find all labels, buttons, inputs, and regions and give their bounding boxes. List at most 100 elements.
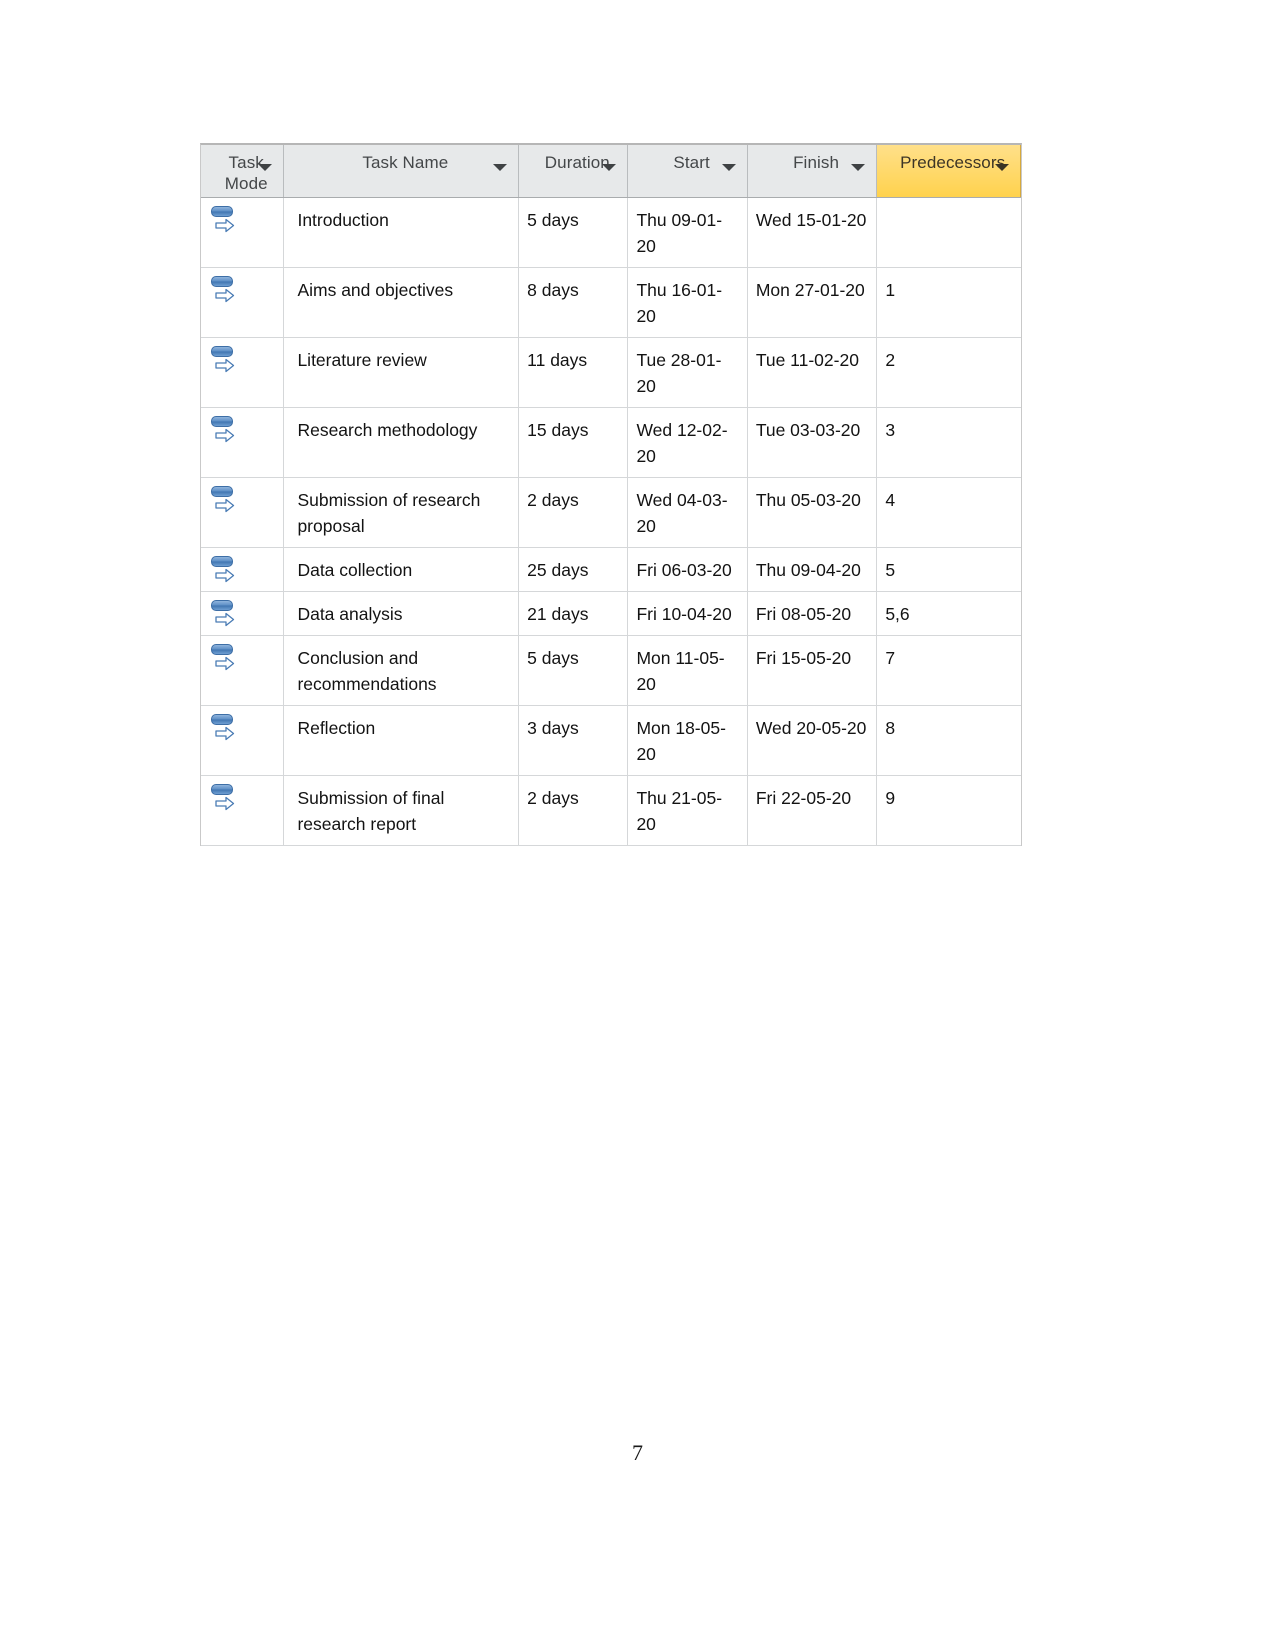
cell-predecessors[interactable]: 4 [876, 477, 1021, 548]
cell-duration-text: 3 days [527, 718, 579, 738]
cell-duration-text: 2 days [527, 788, 579, 808]
cell-task-name[interactable]: Reflection [283, 705, 520, 776]
cell-duration[interactable]: 8 days [518, 267, 629, 338]
cell-duration-text: 25 days [527, 560, 589, 580]
table-row[interactable]: Introduction 5 days Thu 09-01-20 Wed 15-01-… [201, 197, 1021, 268]
filter-dropdown-arrow-icon[interactable] [851, 164, 866, 171]
cell-task-name[interactable]: Submission of final research report [283, 775, 520, 846]
column-header-task-mode[interactable]: Task Mode [201, 145, 285, 198]
cell-task-name[interactable]: Introduction [283, 197, 520, 268]
cell-finish[interactable]: Wed 15-01-20 [747, 197, 878, 268]
cell-finish[interactable]: Tue 11-02-20 [747, 337, 878, 408]
page-number: 7 [632, 1440, 643, 1465]
cell-task-name-text: Data analysis [297, 604, 403, 624]
task-bar-shape [211, 714, 233, 725]
cell-start[interactable]: Mon 11-05-20 [627, 635, 748, 706]
cell-predecessors-text: 8 [885, 718, 896, 738]
cell-finish[interactable]: Fri 08-05-20 [747, 591, 878, 636]
cell-start[interactable]: Thu 21-05-20 [627, 775, 748, 846]
cell-task-name[interactable]: Data collection [283, 547, 520, 592]
cell-predecessors[interactable]: 8 [876, 705, 1021, 776]
table-row[interactable]: Submission of research proposal 2 days Wed… [201, 477, 1021, 548]
cell-duration[interactable]: 15 days [518, 407, 629, 478]
cell-duration[interactable]: 25 days [518, 547, 629, 592]
cell-finish[interactable]: Mon 27-01-20 [747, 267, 878, 338]
filter-dropdown-arrow-icon[interactable] [602, 164, 617, 171]
cell-start[interactable]: Wed 12-02-20 [627, 407, 748, 478]
cell-start[interactable]: Thu 09-01-20 [627, 197, 748, 268]
cell-task-mode[interactable] [201, 591, 285, 636]
cell-task-name[interactable]: Data analysis [283, 591, 520, 636]
cell-predecessors[interactable]: 5,6 [876, 591, 1021, 636]
cell-task-name[interactable]: Submission of research proposal [283, 477, 520, 548]
cell-task-mode[interactable] [201, 547, 285, 592]
cell-task-mode[interactable] [201, 705, 285, 776]
cell-task-mode[interactable] [201, 635, 285, 706]
table-row[interactable]: Aims and objectives 8 days Thu 16-01-20 Mon… [201, 267, 1021, 338]
table-row[interactable]: Submission of final research report 2 day… [201, 775, 1021, 846]
cell-task-name-text: Research methodology [297, 420, 478, 440]
cell-start[interactable]: Fri 06-03-20 [627, 547, 748, 592]
table-row[interactable]: Data collection 25 days Fri 06-03-20 Thu 09… [201, 547, 1021, 592]
column-header-duration[interactable]: Duration [518, 145, 629, 198]
cell-predecessors[interactable]: 9 [876, 775, 1021, 846]
filter-dropdown-arrow-icon[interactable] [258, 164, 273, 171]
cell-task-mode[interactable] [201, 337, 285, 408]
cell-predecessors[interactable]: 7 [876, 635, 1021, 706]
cell-predecessors[interactable]: 1 [876, 267, 1021, 338]
cell-task-mode[interactable] [201, 407, 285, 478]
cell-duration[interactable]: 2 days [518, 477, 629, 548]
cell-task-mode[interactable] [201, 775, 285, 846]
cell-task-mode[interactable] [201, 267, 285, 338]
cell-finish-text: Fri 22-05-20 [755, 788, 852, 808]
cell-duration[interactable]: 21 days [518, 591, 629, 636]
cell-finish[interactable]: Wed 20-05-20 [747, 705, 878, 776]
cell-finish[interactable]: Thu 05-03-20 [747, 477, 878, 548]
cell-predecessors[interactable]: 5 [876, 547, 1021, 592]
table-row[interactable]: Research methodology 15 days Wed 12-02-20 T… [201, 407, 1021, 478]
cell-duration[interactable]: 11 days [518, 337, 629, 408]
column-header-start[interactable]: Start [627, 145, 748, 198]
cell-predecessors-text: 3 [885, 420, 896, 440]
cell-duration[interactable]: 5 days [518, 635, 629, 706]
cell-task-name[interactable]: Research methodology [283, 407, 520, 478]
cell-finish[interactable]: Tue 03-03-20 [747, 407, 878, 478]
table-row[interactable]: Reflection 3 days Mon 18-05-20 Wed 20-05-20… [201, 705, 1021, 776]
table-row[interactable]: Conclusion and recommendations 5 days Mon … [201, 635, 1021, 706]
cell-duration[interactable]: 3 days [518, 705, 629, 776]
cell-duration-text: 21 days [527, 604, 589, 624]
cell-task-name[interactable]: Aims and objectives [283, 267, 520, 338]
cell-start[interactable]: Mon 18-05-20 [627, 705, 748, 776]
filter-dropdown-arrow-icon[interactable] [995, 164, 1009, 171]
task-bar-shape [211, 206, 233, 217]
filter-dropdown-arrow-icon[interactable] [721, 164, 736, 171]
cell-task-mode[interactable] [201, 197, 285, 268]
cell-finish[interactable]: Fri 15-05-20 [747, 635, 878, 706]
cell-start[interactable]: Tue 28-01-20 [627, 337, 748, 408]
filter-dropdown-arrow-icon[interactable] [493, 164, 508, 171]
cell-start[interactable]: Thu 16-01-20 [627, 267, 748, 338]
cell-finish[interactable]: Fri 22-05-20 [747, 775, 878, 846]
column-header-finish[interactable]: Finish [747, 145, 878, 198]
cell-duration[interactable]: 2 days [518, 775, 629, 846]
cell-predecessors[interactable] [876, 197, 1021, 268]
cell-task-name[interactable]: Literature review [283, 337, 520, 408]
cell-start-text: Thu 09-01-20 [636, 210, 723, 256]
cell-task-name[interactable]: Conclusion and recommendations [283, 635, 520, 706]
cell-task-mode[interactable] [201, 477, 285, 548]
column-header-predecessors[interactable]: Predecessors [876, 145, 1021, 198]
cell-predecessors[interactable]: 3 [876, 407, 1021, 478]
cell-start[interactable]: Fri 10-04-20 [627, 591, 748, 636]
table-row[interactable]: Data analysis 21 days Fri 10-04-20 Fri 08-0… [201, 591, 1021, 636]
cell-start[interactable]: Wed 04-03-20 [627, 477, 748, 548]
table-header-row: Task Mode Task Name Duration Start Finis… [201, 145, 1021, 198]
cell-duration[interactable]: 5 days [518, 197, 629, 268]
cell-finish-text: Mon 27-01-20 [755, 280, 865, 300]
cell-finish[interactable]: Thu 09-04-20 [747, 547, 878, 592]
cell-task-name-text: Literature review [297, 350, 427, 370]
cell-predecessors[interactable]: 2 [876, 337, 1021, 408]
cell-task-name-text: Submission of research proposal [297, 490, 481, 536]
task-bar-shape [211, 644, 233, 655]
column-header-task-name[interactable]: Task Name [283, 145, 520, 198]
table-row[interactable]: Literature review 11 days Tue 28-01-20 Tue … [201, 337, 1021, 408]
